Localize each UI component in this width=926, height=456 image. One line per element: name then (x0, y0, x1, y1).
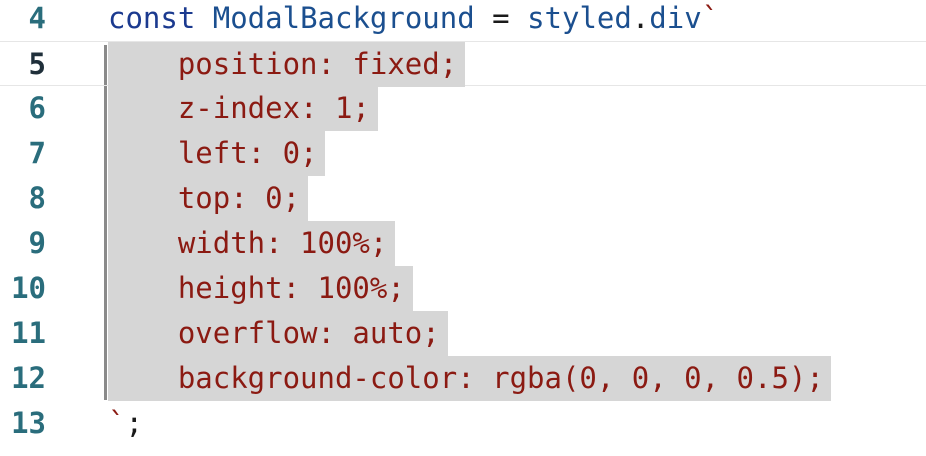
code-token: . (631, 1, 650, 35)
code-token: ` (108, 406, 126, 440)
line-number: 13 (11, 406, 46, 440)
code-text: const ModalBackground = styled.div` (108, 0, 719, 41)
code-token: z-index: 1; (108, 91, 370, 125)
code-text: overflow: auto; (108, 311, 440, 356)
code-line[interactable]: 12 background-color: rgba(0, 0, 0, 0.5); (0, 356, 926, 401)
line-number: 9 (28, 226, 46, 260)
line-number: 7 (28, 136, 46, 170)
line-number: 4 (28, 1, 46, 35)
line-number: 8 (28, 181, 46, 215)
line-number: 11 (11, 316, 46, 350)
code-text: z-index: 1; (108, 86, 370, 131)
code-token: div (649, 1, 702, 35)
code-line[interactable]: 5 position: fixed; (0, 41, 926, 87)
code-token: width: 100%; (108, 226, 388, 260)
code-token: top: 0; (108, 181, 301, 215)
code-token: = (474, 1, 528, 35)
code-line[interactable]: 7 left: 0; (0, 131, 926, 176)
code-line[interactable]: 10 height: 100%; (0, 266, 926, 311)
code-token: position: fixed; (108, 47, 458, 81)
code-token: overflow: auto; (108, 316, 440, 350)
line-number: 12 (11, 361, 46, 395)
code-token: background-color: rgba(0, 0, 0, 0.5); (108, 361, 824, 395)
code-text: `; (108, 401, 143, 446)
code-line[interactable]: 4 const ModalBackground = styled.div` (0, 0, 926, 41)
code-token: ` (701, 1, 720, 35)
code-token: styled (527, 1, 632, 35)
code-token: ; (125, 406, 143, 440)
code-text: top: 0; (108, 176, 300, 221)
code-token: const (108, 1, 213, 35)
code-token: ModalBackground (212, 1, 475, 35)
code-line[interactable]: 11 overflow: auto; (0, 311, 926, 356)
code-line[interactable]: 8 top: 0; (0, 176, 926, 221)
code-token: left: 0; (108, 136, 318, 170)
code-text: background-color: rgba(0, 0, 0, 0.5); (108, 356, 824, 401)
code-editor[interactable]: 4 const ModalBackground = styled.div` 5 po… (0, 0, 926, 456)
code-text: left: 0; (108, 131, 318, 176)
code-token: height: 100%; (108, 271, 405, 305)
code-line[interactable]: 9 width: 100%; (0, 221, 926, 266)
line-number: 5 (28, 47, 46, 81)
code-line[interactable]: 6 z-index: 1; (0, 86, 926, 131)
code-text: height: 100%; (108, 266, 405, 311)
line-number: 10 (11, 271, 46, 305)
code-text: width: 100%; (108, 221, 388, 266)
line-number: 6 (28, 91, 46, 125)
code-text: position: fixed; (108, 42, 457, 87)
code-line[interactable]: 13 `; (0, 401, 926, 446)
